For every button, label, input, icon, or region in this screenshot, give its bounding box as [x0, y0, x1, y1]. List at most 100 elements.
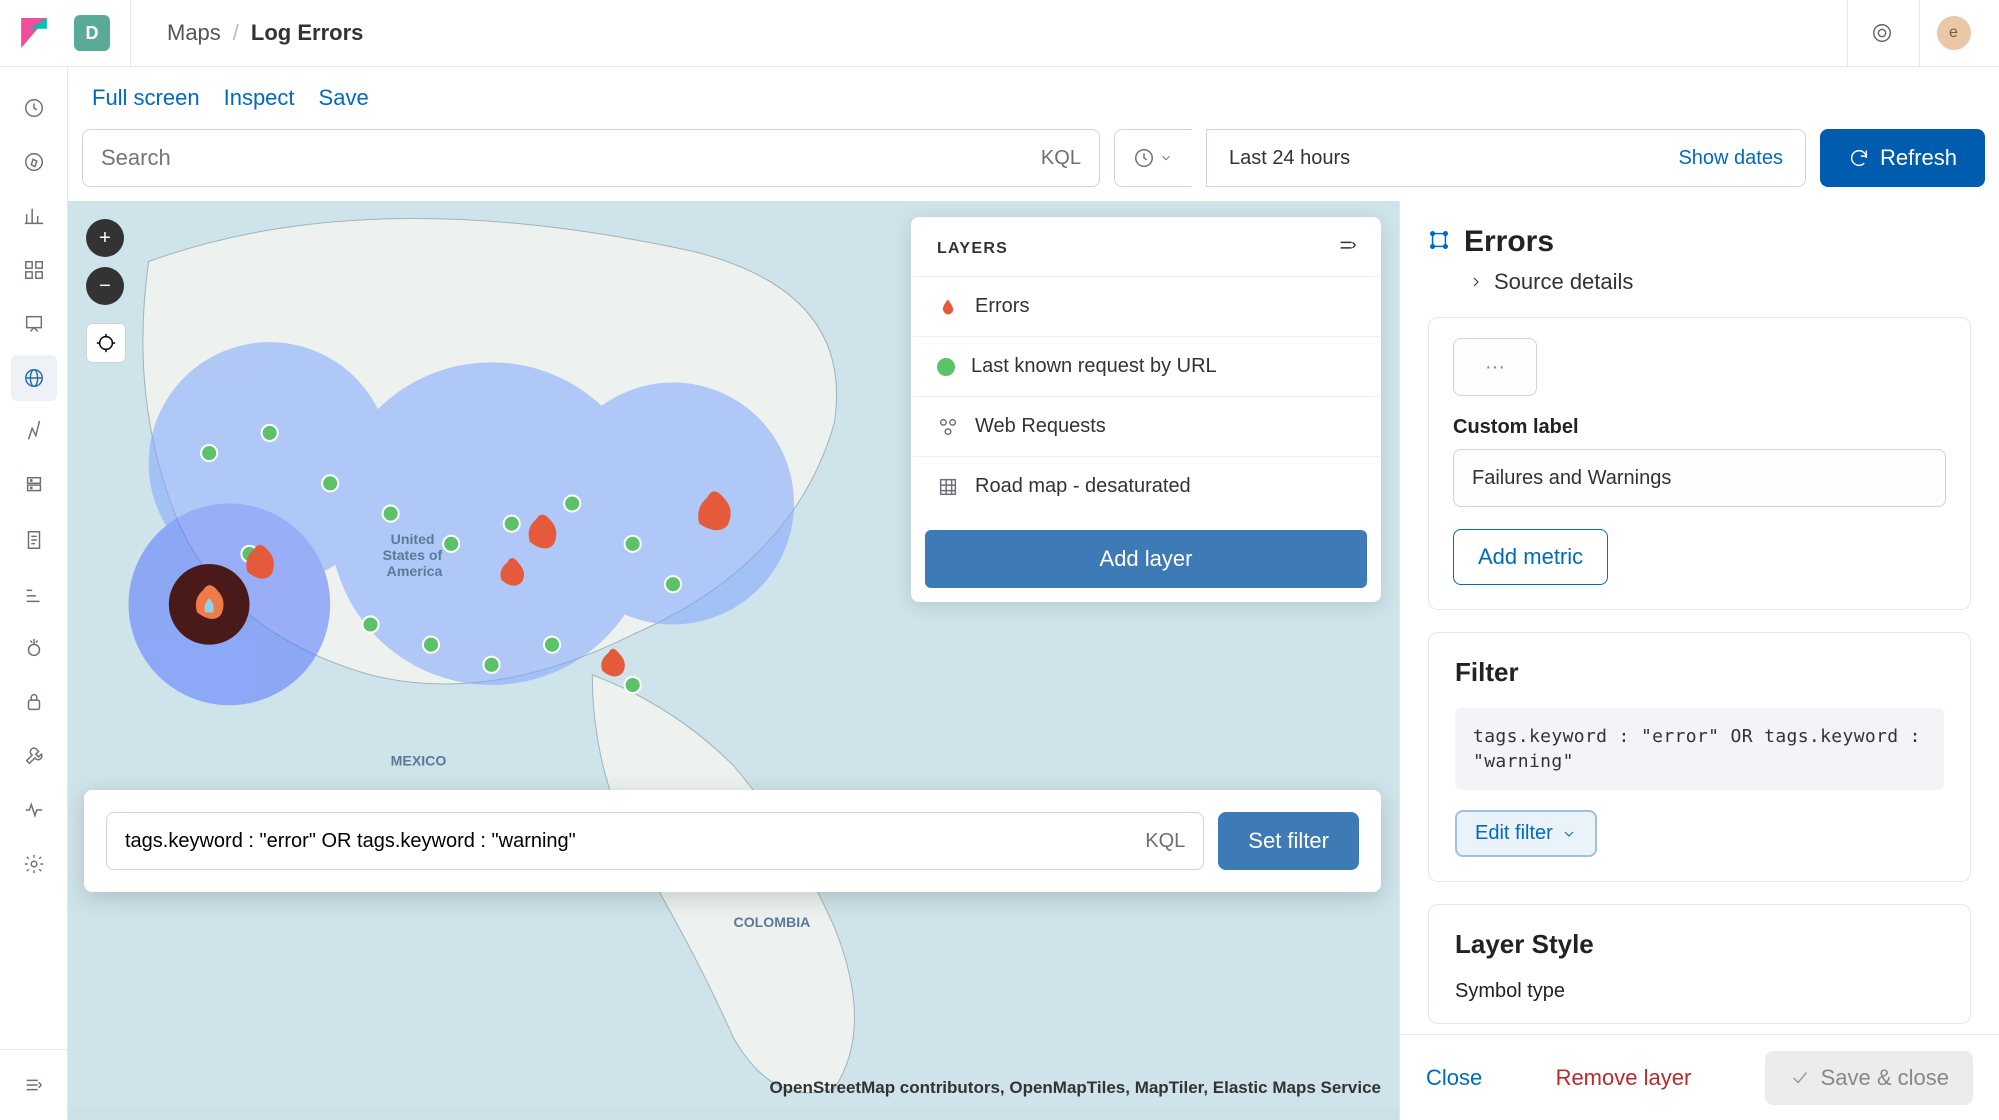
zoom-out-button[interactable]: −	[86, 267, 124, 305]
custom-label-input[interactable]: Failures and Warnings	[1453, 449, 1946, 507]
svg-text:COLOMBIA: COLOMBIA	[734, 914, 811, 930]
kql-badge[interactable]: KQL	[1041, 147, 1081, 170]
top-bar: D Maps / Log Errors e	[0, 0, 1999, 67]
avatar-letter: e	[1937, 16, 1971, 50]
main-area: United States of America MEXICO COLOMBIA…	[68, 201, 1999, 1120]
svg-text:MEXICO: MEXICO	[391, 753, 447, 769]
layer-label: Web Requests	[975, 415, 1106, 438]
nav-dashboard-icon[interactable]	[11, 247, 57, 293]
edit-filter-label: Edit filter	[1475, 822, 1553, 845]
nav-management-icon[interactable]	[11, 841, 57, 887]
source-details-toggle[interactable]: Source details	[1428, 269, 1971, 295]
filter-expression: tags.keyword : "error" OR tags.keyword :…	[1455, 708, 1944, 790]
breadcrumb: Maps / Log Errors	[130, 0, 363, 66]
layer-item-errors[interactable]: Errors	[911, 276, 1381, 336]
save-close-label: Save & close	[1821, 1065, 1949, 1091]
workspace: Full screen Inspect Save KQL Last 24 hou…	[68, 67, 1999, 1120]
green-dot-icon	[937, 358, 955, 376]
breadcrumb-root[interactable]: Maps	[167, 20, 221, 46]
fire-icon	[937, 296, 959, 318]
filter-popover: KQL Set filter	[84, 790, 1381, 892]
nav-canvas-icon[interactable]	[11, 301, 57, 347]
chevron-down-icon	[1159, 151, 1173, 165]
news-icon[interactable]	[1847, 0, 1915, 67]
svg-text:States of: States of	[383, 547, 443, 563]
grid-icon	[937, 476, 959, 498]
search-input-wrapper: KQL	[82, 129, 1100, 187]
panel-footer: Close Remove layer Save & close	[1400, 1034, 1999, 1120]
svg-text:United: United	[391, 531, 435, 547]
nav-ml-icon[interactable]	[11, 409, 57, 455]
nav-collapse-icon[interactable]	[11, 1062, 57, 1108]
remove-layer-button[interactable]: Remove layer	[1556, 1065, 1692, 1091]
crosshair-icon	[95, 332, 117, 354]
kql-badge[interactable]: KQL	[1145, 830, 1185, 853]
save-link[interactable]: Save	[319, 85, 369, 111]
save-close-button[interactable]: Save & close	[1765, 1051, 1973, 1105]
nav-siem-icon[interactable]	[11, 679, 57, 725]
layer-label: Errors	[975, 295, 1029, 318]
space-selector[interactable]: D	[74, 15, 110, 51]
nav-discover-icon[interactable]	[11, 139, 57, 185]
nav-apm-icon[interactable]	[11, 571, 57, 617]
layer-label: Road map - desaturated	[975, 475, 1191, 498]
inspect-link[interactable]: Inspect	[224, 85, 295, 111]
panel-title: Errors	[1464, 225, 1554, 259]
nav-infra-icon[interactable]	[11, 463, 57, 509]
refresh-button[interactable]: Refresh	[1820, 129, 1985, 187]
refresh-label: Refresh	[1880, 145, 1957, 171]
chevron-down-icon	[1561, 826, 1577, 842]
map-attribution: OpenStreetMap contributors, OpenMapTiles…	[769, 1078, 1381, 1098]
refresh-icon	[1848, 147, 1870, 169]
chevron-right-icon	[1468, 274, 1484, 290]
nav-devtools-icon[interactable]	[11, 733, 57, 779]
timerange-box[interactable]: Last 24 hours Show dates	[1206, 129, 1806, 187]
query-bar: KQL Last 24 hours Show dates Refresh	[68, 129, 1999, 201]
map-canvas[interactable]: United States of America MEXICO COLOMBIA…	[68, 201, 1399, 1120]
layers-panel: LAYERS Errors Last known request by URL …	[911, 217, 1381, 602]
breadcrumb-sep: /	[233, 20, 239, 46]
nav-uptime-icon[interactable]	[11, 625, 57, 671]
custom-label-label: Custom label	[1453, 416, 1946, 439]
close-button[interactable]: Close	[1426, 1065, 1482, 1091]
layer-label: Last known request by URL	[971, 355, 1217, 378]
layers-title: LAYERS	[937, 240, 1008, 258]
app-logo[interactable]	[0, 0, 68, 67]
filter-heading: Filter	[1455, 657, 1944, 688]
nav-recent-icon[interactable]	[11, 85, 57, 131]
fullscreen-link[interactable]: Full screen	[92, 85, 200, 111]
symbol-type-label: Symbol type	[1455, 980, 1944, 1003]
show-dates-link[interactable]: Show dates	[1678, 147, 1783, 170]
check-icon	[1789, 1067, 1811, 1089]
layer-style-heading: Layer Style	[1455, 929, 1944, 960]
svg-text:America: America	[387, 563, 443, 579]
zoom-in-button[interactable]: +	[86, 219, 124, 257]
user-avatar[interactable]: e	[1919, 0, 1987, 67]
layer-settings-panel: Errors Source details ··· Custom label F…	[1399, 201, 1999, 1120]
layer-item-web-requests[interactable]: Web Requests	[911, 396, 1381, 456]
layer-item-last-request[interactable]: Last known request by URL	[911, 336, 1381, 396]
nav-maps-icon[interactable]	[11, 355, 57, 401]
set-filter-button[interactable]: Set filter	[1218, 812, 1359, 870]
time-quick-button[interactable]	[1114, 129, 1192, 187]
zoom-controls: + −	[86, 219, 126, 363]
collapse-layers-icon[interactable]	[1337, 235, 1359, 262]
metric-count-field[interactable]: ···	[1453, 338, 1537, 396]
app-toolbar: Full screen Inspect Save	[68, 67, 1999, 129]
nav-logs-icon[interactable]	[11, 517, 57, 563]
fit-bounds-button[interactable]	[86, 323, 126, 363]
search-input[interactable]	[101, 145, 1041, 171]
layer-item-roadmap[interactable]: Road map - desaturated	[911, 456, 1381, 516]
filter-input-wrapper: KQL	[106, 812, 1204, 870]
filter-input[interactable]	[125, 830, 1145, 853]
breadcrumb-current: Log Errors	[251, 20, 363, 46]
filter-card: Filter tags.keyword : "error" OR tags.ke…	[1428, 632, 1971, 882]
source-details-label: Source details	[1494, 269, 1633, 295]
nav-visualize-icon[interactable]	[11, 193, 57, 239]
add-metric-button[interactable]: Add metric	[1453, 529, 1608, 585]
add-layer-button[interactable]: Add layer	[925, 530, 1367, 588]
nav-monitoring-icon[interactable]	[11, 787, 57, 833]
edit-filter-button[interactable]: Edit filter	[1455, 810, 1597, 857]
cluster-icon	[937, 416, 959, 438]
timerange-value: Last 24 hours	[1229, 147, 1350, 170]
